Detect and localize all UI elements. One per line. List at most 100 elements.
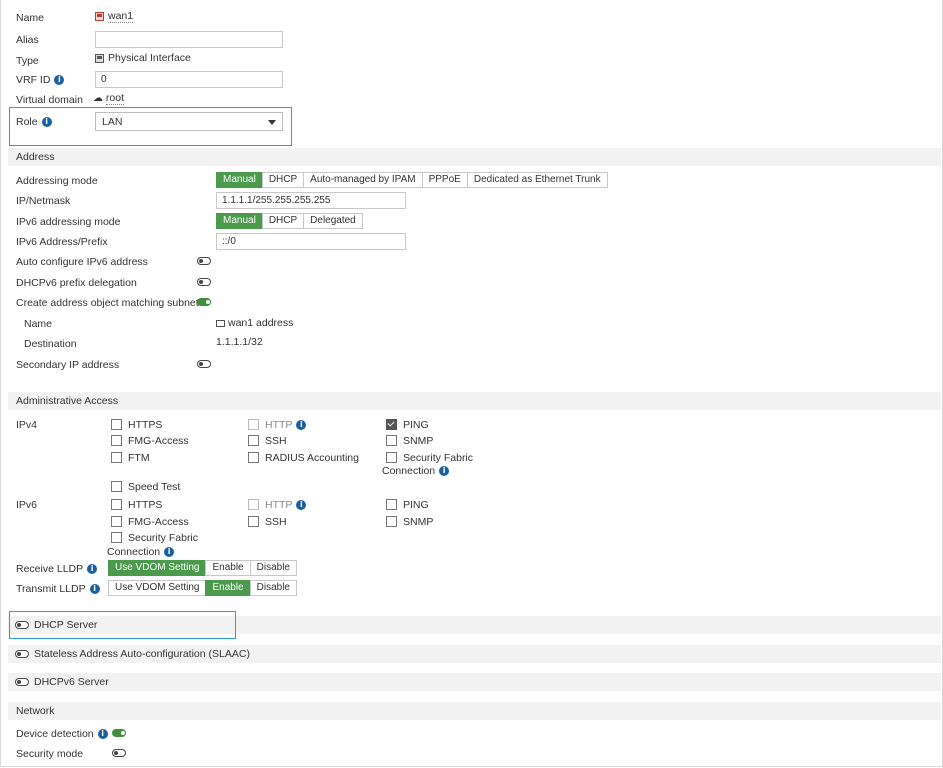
receive-lldp-group: Use VDOM Setting Enable Disable xyxy=(108,560,297,576)
ipv6-fmg-checkbox[interactable]: FMG-Access xyxy=(111,515,189,528)
ipv6-ssh-label: SSH xyxy=(265,516,287,528)
slaac-toggle[interactable] xyxy=(15,650,29,658)
ipv4-fabric-label: Security Fabric xyxy=(403,452,474,464)
ipv6-http-checkbox[interactable]: HTTP i xyxy=(248,498,307,511)
ipv6-https-label: HTTPS xyxy=(128,499,163,511)
checkbox-icon xyxy=(248,515,259,527)
type-label: Type xyxy=(16,55,39,67)
info-icon[interactable]: i xyxy=(296,500,307,511)
ipv6-prefix-input[interactable]: ::/0 xyxy=(216,233,406,250)
ipv4-fabric-label-2: Connection i xyxy=(382,465,450,477)
info-icon[interactable]: i xyxy=(164,547,175,558)
type-text: Physical Interface xyxy=(108,52,191,64)
ipv6-manual-button[interactable]: Manual xyxy=(216,213,263,229)
security-mode-toggle[interactable] xyxy=(112,749,126,757)
slaac-section[interactable]: Stateless Address Auto-configuration (SL… xyxy=(8,645,941,663)
dhcpv6-server-section[interactable]: DHCPv6 Server xyxy=(8,673,941,691)
ipv4-snmp-checkbox[interactable]: SNMP xyxy=(386,434,433,447)
transmit-lldp-vdom-button[interactable]: Use VDOM Setting xyxy=(108,580,207,596)
ipv6-mode-label: IPv6 addressing mode xyxy=(16,216,121,228)
receive-lldp-vdom-button[interactable]: Use VDOM Setting xyxy=(108,560,207,576)
ipv6-snmp-checkbox[interactable]: SNMP xyxy=(386,515,434,528)
secondary-ip-toggle[interactable] xyxy=(197,360,211,368)
ipv6-ping-checkbox[interactable]: PING xyxy=(386,498,429,511)
physical-interface-icon xyxy=(95,53,104,63)
ipv6-label: IPv6 xyxy=(16,499,38,511)
mode-ipam-button[interactable]: Auto-managed by IPAM xyxy=(303,172,423,188)
ipv6-ssh-checkbox[interactable]: SSH xyxy=(248,515,287,528)
ipv6-mode-group: Manual DHCP Delegated xyxy=(216,213,363,229)
receive-lldp-label: Receive LLDP i xyxy=(16,563,98,575)
vdom-text: root xyxy=(105,92,125,105)
dhcpv6-prefix-toggle[interactable] xyxy=(197,278,211,286)
device-detection-label: Device detection i xyxy=(16,728,108,740)
checkbox-icon xyxy=(111,531,122,543)
name-label: Name xyxy=(16,12,45,24)
name-value: wan1 xyxy=(95,10,134,23)
addressing-mode-group: Manual DHCP Auto-managed by IPAM PPPoE D… xyxy=(216,172,608,188)
admin-access-section-header: Administrative Access xyxy=(8,392,941,410)
ipv4-ssh-checkbox[interactable]: SSH xyxy=(248,434,287,447)
address-object-icon xyxy=(216,319,225,327)
role-select[interactable]: LAN xyxy=(95,112,283,131)
info-icon[interactable]: i xyxy=(97,729,108,740)
ipv4-ping-checkbox[interactable]: PING xyxy=(386,418,429,431)
ipv6-delegated-button[interactable]: Delegated xyxy=(303,213,363,229)
transmit-lldp-text: Transmit LLDP xyxy=(16,583,86,595)
cloud-icon: ☁ xyxy=(93,93,103,104)
ipv4-radius-checkbox[interactable]: RADIUS Accounting xyxy=(248,451,359,464)
info-icon[interactable]: i xyxy=(87,564,98,575)
ipv4-fabric-checkbox[interactable]: Security Fabric xyxy=(386,451,474,464)
ipv4-http-checkbox[interactable]: HTTP i xyxy=(248,418,307,431)
auto-ipv6-toggle[interactable] xyxy=(197,257,211,265)
ipv4-fmg-checkbox[interactable]: FMG-Access xyxy=(111,434,189,447)
info-icon[interactable]: i xyxy=(439,466,450,477)
transmit-lldp-disable-button[interactable]: Disable xyxy=(249,580,297,596)
vrf-label-text: VRF ID xyxy=(16,74,51,86)
mode-trunk-button[interactable]: Dedicated as Ethernet Trunk xyxy=(466,172,608,188)
vrf-id-input[interactable]: 0 xyxy=(95,71,283,88)
ipv6-fabric-label-line2: Connection xyxy=(107,546,161,558)
dhcp-server-highlight xyxy=(9,611,236,639)
ipv4-http-label: HTTP xyxy=(265,419,293,431)
type-value: Physical Interface xyxy=(95,52,191,64)
transmit-lldp-enable-button[interactable]: Enable xyxy=(205,580,251,596)
receive-lldp-enable-button[interactable]: Enable xyxy=(205,560,251,576)
address-section-header: Address xyxy=(8,148,941,166)
ipv4-fabric-label-line2: Connection xyxy=(382,465,436,477)
info-icon[interactable]: i xyxy=(41,117,52,128)
ipv4-https-checkbox[interactable]: HTTPS xyxy=(111,418,162,431)
auto-ipv6-label: Auto configure IPv6 address xyxy=(16,256,148,268)
ipv6-https-checkbox[interactable]: HTTPS xyxy=(111,498,163,511)
ipv6-snmp-label: SNMP xyxy=(403,516,434,528)
mode-pppoe-button[interactable]: PPPoE xyxy=(421,172,468,188)
role-label-text: Role xyxy=(16,116,38,128)
interface-name: wan1 xyxy=(108,10,134,23)
checkbox-icon xyxy=(111,498,122,510)
ipv4-ftm-checkbox[interactable]: FTM xyxy=(111,451,150,464)
checkbox-checked-icon xyxy=(386,418,397,430)
ipv6-dhcp-button[interactable]: DHCP xyxy=(261,213,305,229)
dhcpv6-server-toggle[interactable] xyxy=(15,678,29,686)
info-icon[interactable]: i xyxy=(296,420,307,431)
mode-manual-button[interactable]: Manual xyxy=(216,172,263,188)
info-icon[interactable]: i xyxy=(54,75,65,86)
mode-dhcp-button[interactable]: DHCP xyxy=(261,172,305,188)
alias-input[interactable] xyxy=(95,31,283,48)
checkbox-icon xyxy=(386,434,397,446)
checkbox-icon xyxy=(111,515,122,527)
create-object-toggle[interactable] xyxy=(197,298,211,306)
device-detection-toggle[interactable] xyxy=(112,729,126,737)
ipv4-label: IPv4 xyxy=(16,419,38,431)
ipv4-speed-checkbox[interactable]: Speed Test xyxy=(111,480,180,493)
checkbox-icon xyxy=(248,434,259,446)
ipv6-fmg-label: FMG-Access xyxy=(128,516,189,528)
ipv4-ssh-label: SSH xyxy=(265,435,287,447)
transmit-lldp-label: Transmit LLDP i xyxy=(16,583,100,595)
ip-netmask-input[interactable]: 1.1.1.1/255.255.255.255 xyxy=(216,192,406,209)
ipv6-fabric-label-2: Connection i xyxy=(107,546,175,558)
info-icon[interactable]: i xyxy=(89,584,100,595)
receive-lldp-disable-button[interactable]: Disable xyxy=(249,560,297,576)
ipv6-fabric-checkbox[interactable]: Security Fabric xyxy=(111,531,198,544)
ipv4-radius-label: RADIUS Accounting xyxy=(265,452,359,464)
